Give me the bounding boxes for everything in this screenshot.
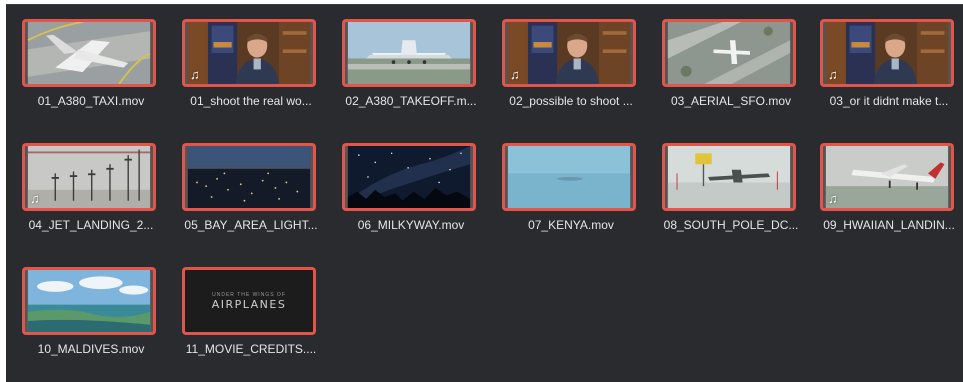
interview-image [187, 22, 311, 84]
clip-thumbnail[interactable]: UNDER THE WINGS OF AIRPLANES [182, 267, 316, 335]
music-note-icon: ♫ [30, 191, 40, 206]
clip-item[interactable]: ♫ 09_HWAIIAN_LANDIN... [814, 133, 963, 241]
music-note-icon: ♫ [828, 191, 838, 206]
credits-title: AIRPLANES [211, 297, 287, 311]
music-note-icon: ♫ [190, 67, 200, 82]
clip-item[interactable]: 03_AERIAL_SFO.mov [656, 9, 806, 117]
clip-item[interactable]: 10_MALDIVES.mov [16, 257, 166, 365]
clip-item[interactable]: ♫ 01_shoot the real wo... [176, 9, 326, 117]
clip-name: 03_or it didnt make t... [829, 94, 949, 108]
clip-item[interactable]: ♫ 03_or it didnt make t... [814, 9, 963, 117]
clip-thumbnail[interactable] [22, 19, 156, 87]
clip-item[interactable]: 08_SOUTH_POLE_DC... [656, 133, 806, 241]
clip-item[interactable]: 02_A380_TAKEOFF.m... [336, 9, 486, 117]
clip-thumbnail[interactable]: ♫ [502, 19, 636, 87]
jet-landing-image [27, 146, 151, 208]
clip-name: 02_A380_TAKEOFF.m... [345, 94, 477, 108]
a380-taxi-image [27, 22, 151, 84]
clip-name: 08_SOUTH_POLE_DC... [663, 218, 799, 232]
clip-item[interactable]: ♫ 04_JET_LANDING_2... [16, 133, 166, 241]
milkyway-image [347, 146, 471, 208]
clip-name: 05_BAY_AREA_LIGHT... [184, 218, 318, 232]
clip-thumbnail[interactable] [662, 19, 796, 87]
clip-name: 02_possible to shoot ... [509, 94, 633, 108]
clip-item[interactable]: 06_MILKYWAY.mov [336, 133, 486, 241]
interview-image [825, 22, 949, 84]
clip-item[interactable]: 07_KENYA.mov [496, 133, 646, 241]
clip-thumbnail[interactable]: ♫ [182, 19, 316, 87]
clip-thumbnail[interactable]: ♫ [22, 143, 156, 211]
interview-image [507, 22, 631, 84]
clip-thumbnail[interactable]: ♫ [820, 143, 954, 211]
south-pole-image [667, 146, 791, 208]
kenya-image [507, 146, 631, 208]
clip-name: 01_A380_TAXI.mov [37, 94, 145, 108]
clip-item[interactable]: 01_A380_TAXI.mov [16, 9, 166, 117]
clip-thumbnail[interactable]: ♫ [820, 19, 954, 87]
bay-area-lights-image [187, 146, 311, 208]
clip-thumbnail[interactable] [182, 143, 316, 211]
clip-thumbnail[interactable] [342, 143, 476, 211]
clip-name: 10_MALDIVES.mov [37, 342, 145, 356]
music-note-icon: ♫ [510, 67, 520, 82]
clip-name: 11_MOVIE_CREDITS.... [185, 342, 317, 356]
hawaiian-landing-image [825, 146, 949, 208]
clip-name: 04_JET_LANDING_2... [28, 218, 154, 232]
clip-item[interactable]: UNDER THE WINGS OF AIRPLANES 11_MOVIE_CR… [176, 257, 326, 365]
clip-name: 03_AERIAL_SFO.mov [670, 94, 792, 108]
aerial-sfo-image [667, 22, 791, 84]
music-note-icon: ♫ [828, 67, 838, 82]
clip-thumbnail[interactable] [342, 19, 476, 87]
clip-name: 01_shoot the real wo... [190, 94, 312, 108]
media-pool-panel: 01_A380_TAXI.mov ♫ 01_shoot the real wo.… [6, 4, 963, 382]
clip-item[interactable]: ♫ 02_possible to shoot ... [496, 9, 646, 117]
clip-name: 09_HWAIIAN_LANDIN... [823, 218, 955, 232]
maldives-image [27, 270, 151, 332]
clip-name: 07_KENYA.mov [528, 218, 614, 232]
clip-thumbnail[interactable] [662, 143, 796, 211]
credits-title-card: UNDER THE WINGS OF AIRPLANES [185, 270, 313, 332]
clip-thumbnail[interactable] [22, 267, 156, 335]
clip-item[interactable]: 05_BAY_AREA_LIGHT... [176, 133, 326, 241]
clip-name: 06_MILKYWAY.mov [357, 218, 465, 232]
clip-thumbnail[interactable] [502, 143, 636, 211]
a380-takeoff-image [347, 22, 471, 84]
